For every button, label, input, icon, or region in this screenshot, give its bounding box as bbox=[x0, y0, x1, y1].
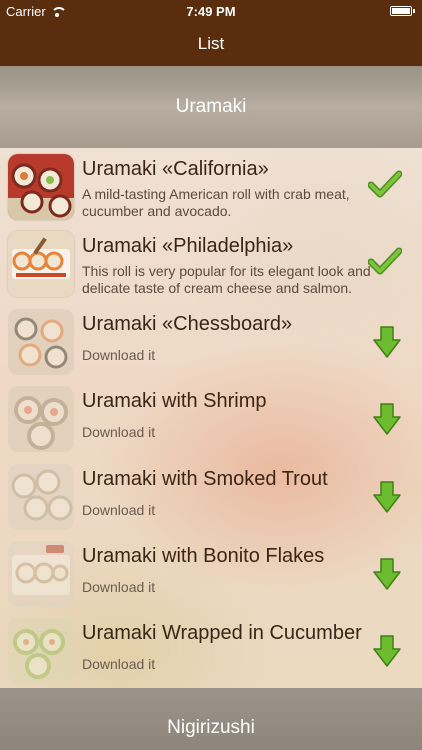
list-item[interactable]: Uramaki Wrapped in Cucumber Download it bbox=[0, 612, 422, 689]
item-thumbnail bbox=[8, 386, 74, 453]
item-description-line-1: This roll is very popular for its elegan… bbox=[82, 263, 371, 280]
item-title: Uramaki «California» bbox=[82, 158, 269, 180]
download-arrow-icon[interactable] bbox=[372, 402, 402, 436]
download-label[interactable]: Download it bbox=[82, 424, 155, 440]
item-description: A mild-tasting American roll with crab m… bbox=[82, 186, 382, 220]
item-thumbnail bbox=[8, 540, 74, 607]
download-arrow-icon[interactable] bbox=[372, 325, 402, 359]
download-arrow-icon[interactable] bbox=[372, 634, 402, 668]
download-label[interactable]: Download it bbox=[82, 502, 155, 518]
item-thumbnail bbox=[8, 463, 74, 530]
item-description-line-2: delicate taste of cream cheese and salmo… bbox=[82, 280, 353, 297]
item-title: Uramaki with Shrimp bbox=[82, 390, 267, 413]
item-thumbnail bbox=[8, 231, 74, 298]
section-header-nigirizushi[interactable]: Nigirizushi bbox=[0, 688, 422, 750]
download-label[interactable]: Download it bbox=[82, 656, 155, 672]
status-time: 7:49 PM bbox=[186, 4, 236, 19]
checkmark-icon bbox=[368, 247, 402, 275]
list-item[interactable]: Uramaki «California» A mild-tasting Amer… bbox=[0, 148, 422, 225]
list-item[interactable]: Uramaki with Shrimp Download it bbox=[0, 380, 422, 457]
item-title: Uramaki «Philadelphia» bbox=[82, 235, 294, 258]
item-description-line-1: A mild-tasting American roll with crab m… bbox=[82, 186, 350, 202]
nav-title: List bbox=[0, 22, 422, 66]
section-header-uramaki[interactable]: Uramaki bbox=[0, 66, 422, 148]
list-item[interactable]: Uramaki «Chessboard» Download it bbox=[0, 303, 422, 380]
list-item[interactable]: Uramaki with Smoked Trout Download it bbox=[0, 458, 422, 535]
item-thumbnail bbox=[8, 308, 74, 375]
list-item[interactable]: Uramaki «Philadelphia» This roll is very… bbox=[0, 225, 422, 302]
item-title: Uramaki with Smoked Trout bbox=[82, 467, 328, 490]
download-label[interactable]: Download it bbox=[82, 579, 155, 595]
item-description-line-2: cucumber and avocado. bbox=[82, 203, 232, 219]
item-thumbnail bbox=[8, 154, 74, 220]
checkmark-icon bbox=[368, 170, 402, 198]
item-thumbnail bbox=[8, 618, 74, 685]
item-title: Uramaki with Bonito Flakes bbox=[82, 544, 325, 567]
download-label[interactable]: Download it bbox=[82, 347, 155, 363]
download-arrow-icon[interactable] bbox=[372, 557, 402, 591]
download-arrow-icon[interactable] bbox=[372, 480, 402, 514]
item-description: This roll is very popular for its elegan… bbox=[82, 263, 382, 297]
item-list: Uramaki «California» A mild-tasting Amer… bbox=[0, 148, 422, 688]
item-title: Uramaki Wrapped in Cucumber bbox=[82, 622, 362, 645]
status-bar: Carrier 7:49 PM bbox=[0, 0, 422, 22]
battery-icon bbox=[390, 6, 415, 16]
list-item[interactable]: Uramaki with Bonito Flakes Download it bbox=[0, 535, 422, 612]
item-title: Uramaki «Chessboard» bbox=[82, 312, 293, 335]
